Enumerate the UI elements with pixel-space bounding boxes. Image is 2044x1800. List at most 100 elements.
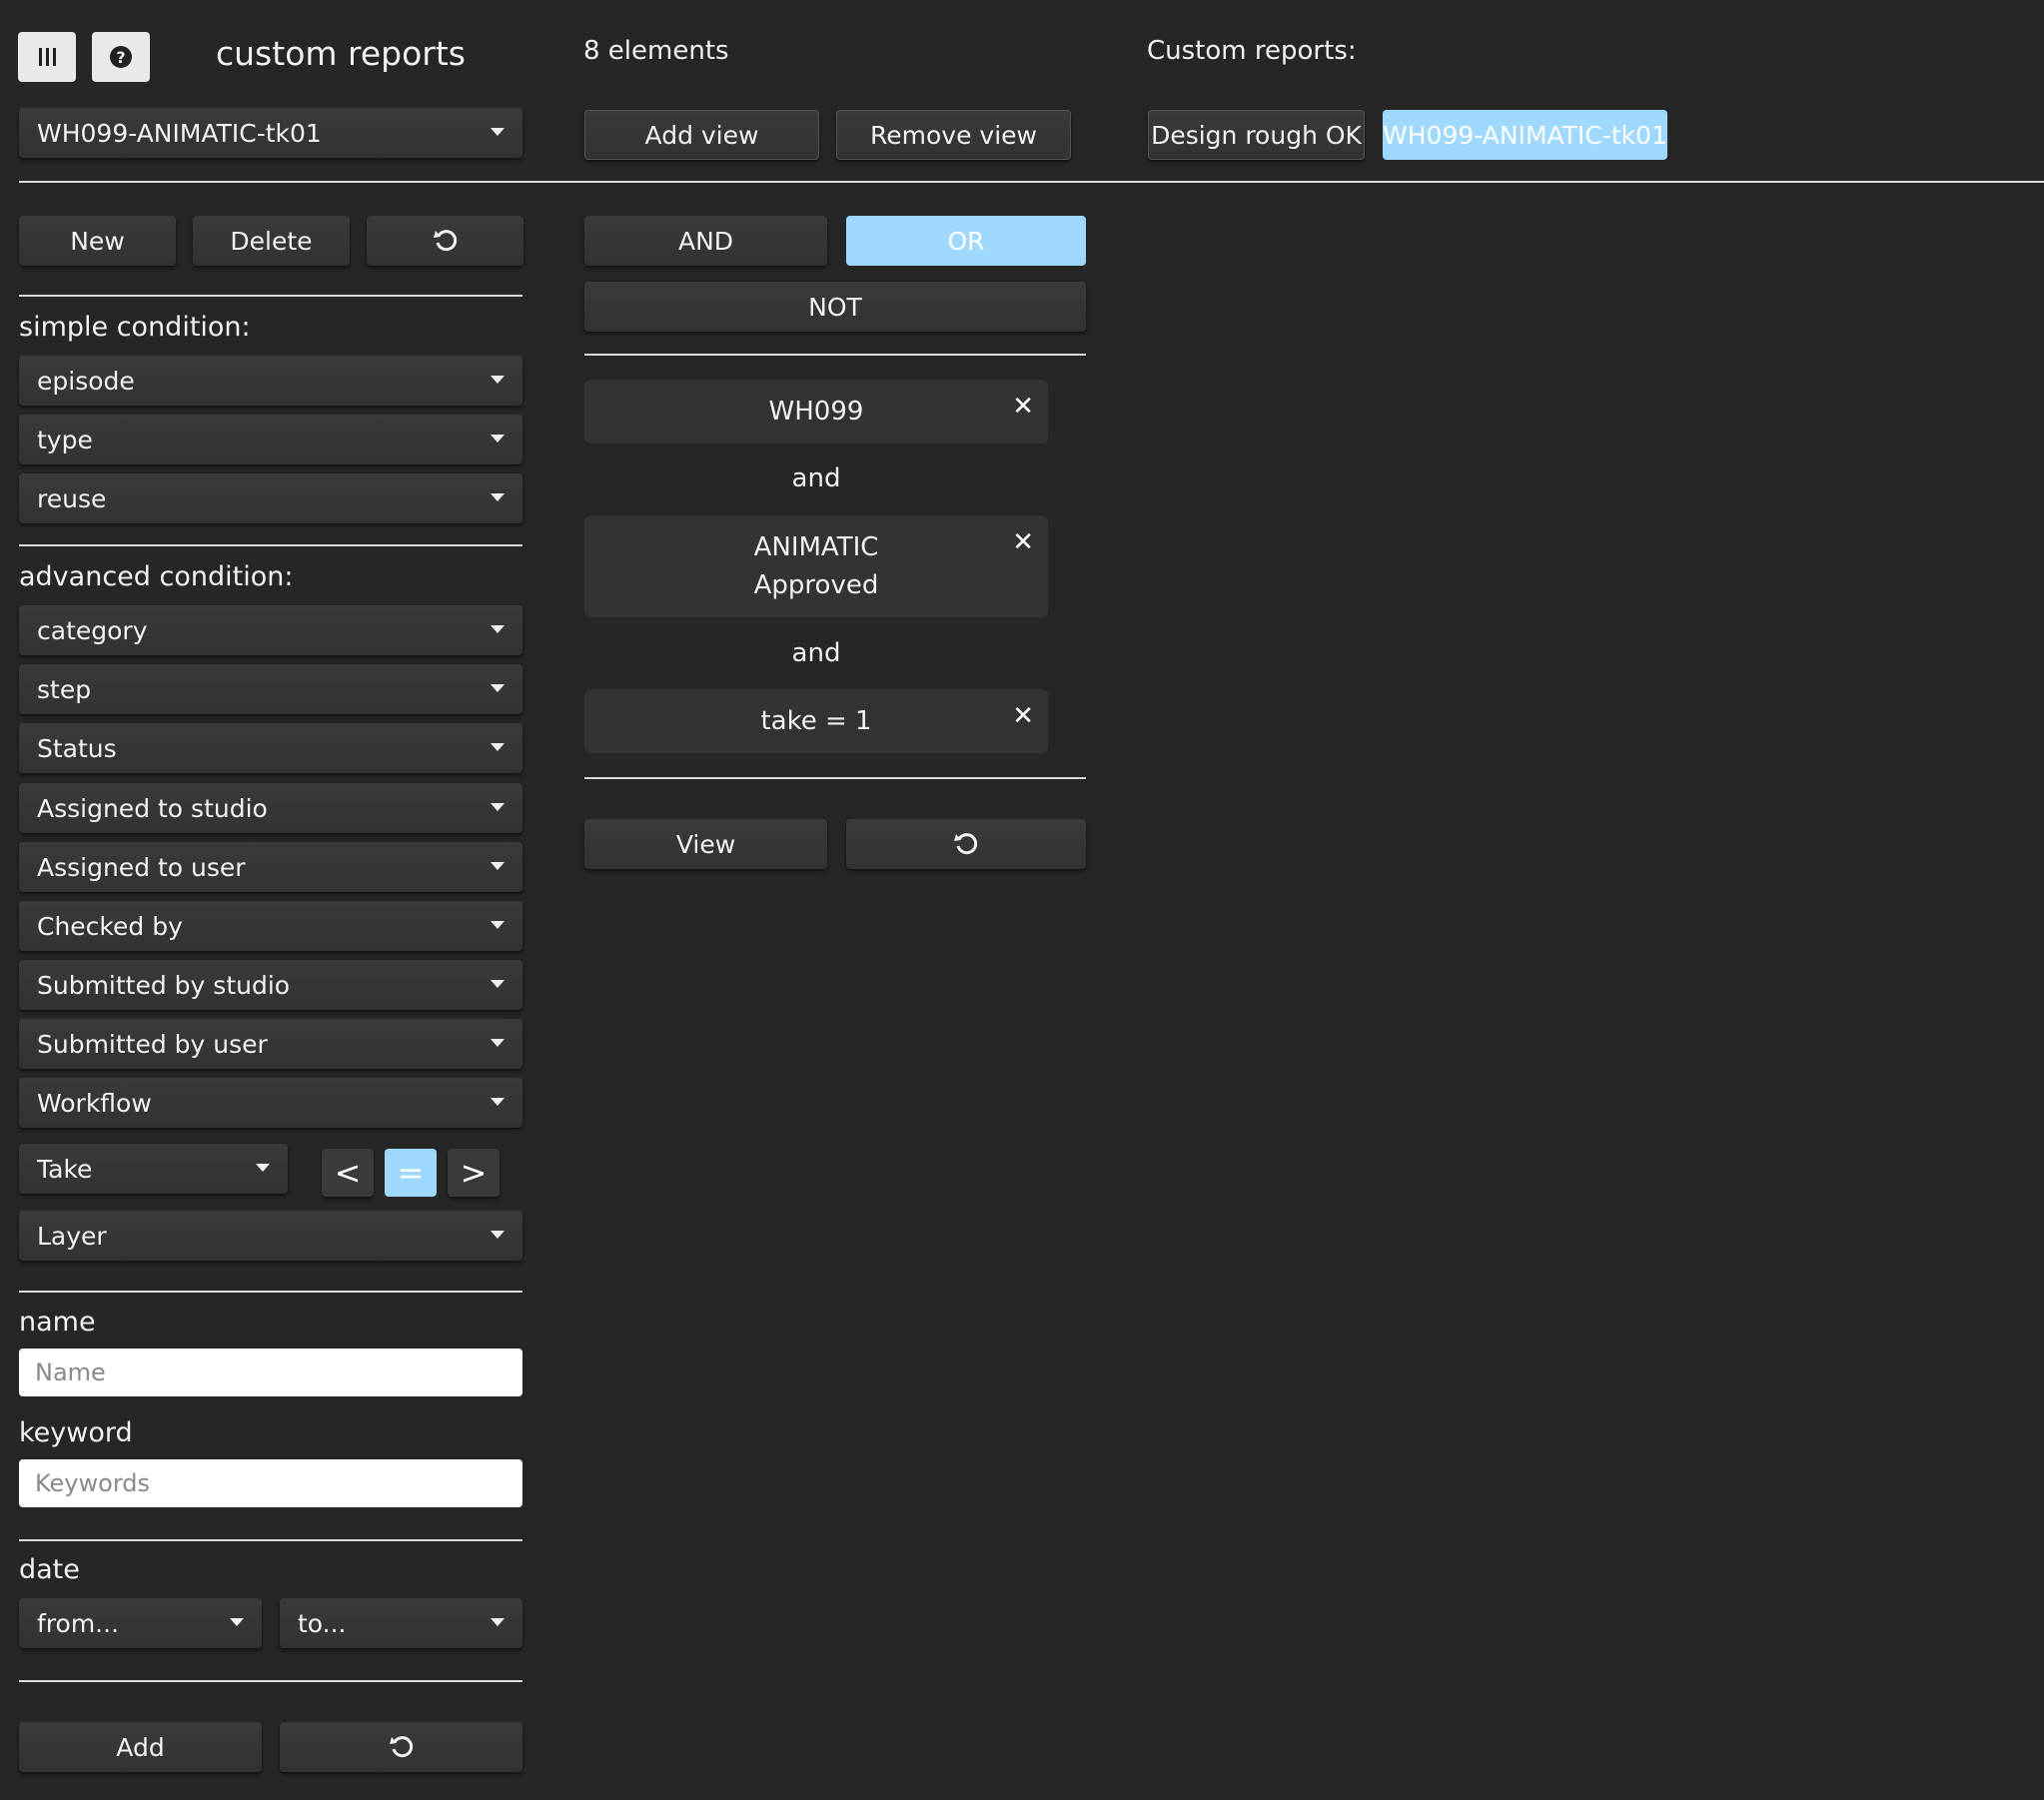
and-button[interactable]: AND [584,216,827,266]
custom-reports-label: Custom reports: [1147,36,1357,66]
chevron-down-icon [491,493,505,501]
chevron-down-icon [491,684,505,692]
divider [19,295,522,297]
chevron-down-icon [491,435,505,443]
equals-button[interactable]: = [385,1149,437,1197]
chevron-down-icon [491,980,505,988]
help-button[interactable]: ? [92,32,150,82]
undo-icon [954,833,978,855]
chevron-down-icon [491,625,505,633]
less-than-button[interactable]: < [322,1149,374,1197]
chevron-down-icon [230,1618,244,1626]
chevron-down-icon [491,1098,505,1106]
divider [584,354,1086,356]
date-to-dropdown[interactable]: to... [280,1598,522,1648]
divider [584,777,1086,779]
dropdown-label: category [37,615,148,645]
chevron-down-icon [491,921,505,929]
or-button[interactable]: OR [846,216,1086,266]
chevron-down-icon [491,862,505,870]
condition-chip-wh099: WH099 ✕ [584,380,1048,444]
dropdown-label: Submitted by user [37,1029,268,1059]
not-button[interactable]: NOT [584,282,1086,332]
workflow-dropdown[interactable]: Workflow [19,1078,522,1128]
remove-view-button[interactable]: Remove view [836,110,1071,160]
undo-icon [389,1736,413,1758]
close-icon[interactable]: ✕ [1012,523,1034,561]
dropdown-label: Assigned to studio [37,793,268,823]
conditions-reset-button[interactable] [846,819,1086,869]
close-icon[interactable]: ✕ [1012,388,1034,426]
custom-report-design-rough-ok[interactable]: Design rough OK [1148,110,1365,160]
condition-text: take = 1 [760,706,872,736]
advanced-condition-heading: advanced condition: [19,561,294,592]
dropdown-label: Workflow [37,1088,152,1118]
reset-button[interactable] [367,216,523,266]
status-dropdown[interactable]: Status [19,723,522,773]
type-dropdown[interactable]: type [19,415,522,464]
submitted-by-user-dropdown[interactable]: Submitted by user [19,1019,522,1069]
add-view-button[interactable]: Add view [584,110,819,160]
dropdown-label: Layer [37,1221,107,1251]
reuse-dropdown[interactable]: reuse [19,473,522,523]
chevron-down-icon [491,128,505,136]
episode-dropdown[interactable]: episode [19,356,522,406]
keyword-input[interactable] [19,1459,522,1507]
divider [19,544,522,546]
element-count: 8 elements [583,36,729,66]
date-from-dropdown[interactable]: from... [19,1598,262,1648]
assigned-to-user-dropdown[interactable]: Assigned to user [19,842,522,892]
new-button[interactable]: New [19,216,176,266]
menu-button[interactable] [18,32,76,82]
category-dropdown[interactable]: category [19,605,522,655]
page-title: custom reports [216,34,466,73]
delete-button[interactable]: Delete [193,216,350,266]
connector-and: and [791,638,841,668]
condition-text: Approved [753,570,879,600]
take-dropdown[interactable]: Take [19,1144,288,1194]
condition-text: WH099 [768,397,864,427]
date-heading: date [19,1554,80,1585]
dropdown-label: Checked by [37,911,183,941]
chevron-down-icon [491,376,505,384]
report-select-value: WH099-ANIMATIC-tk01 [37,118,322,148]
custom-report-wh099-animatic[interactable]: WH099-ANIMATIC-tk01 [1383,110,1667,160]
connector-and: and [791,463,841,493]
greater-than-button[interactable]: > [448,1149,500,1197]
undo-icon [433,230,457,252]
chevron-down-icon [491,1618,505,1626]
condition-text: ANIMATIC [753,532,879,562]
dropdown-label: Assigned to user [37,852,246,882]
step-dropdown[interactable]: step [19,664,522,714]
dropdown-label: to... [298,1608,347,1638]
condition-chip-take: take = 1 ✕ [584,689,1048,753]
layer-dropdown[interactable]: Layer [19,1211,522,1261]
divider [19,1680,522,1682]
submitted-by-studio-dropdown[interactable]: Submitted by studio [19,960,522,1010]
chevron-down-icon [491,1039,505,1047]
dropdown-label: reuse [37,483,107,513]
dropdown-label: type [37,425,93,454]
add-button[interactable]: Add [19,1722,262,1772]
checked-by-dropdown[interactable]: Checked by [19,901,522,951]
divider [19,1291,522,1293]
close-icon[interactable]: ✕ [1012,697,1034,735]
menu-icon [39,48,56,66]
dropdown-label: from... [37,1608,120,1638]
assigned-to-studio-dropdown[interactable]: Assigned to studio [19,783,522,833]
chevron-down-icon [491,1231,505,1239]
keyword-heading: keyword [19,1417,133,1448]
dropdown-label: episode [37,366,135,396]
dropdown-label: Status [37,733,117,763]
chevron-down-icon [256,1164,270,1172]
report-select[interactable]: WH099-ANIMATIC-tk01 [19,108,522,158]
help-icon: ? [110,46,132,68]
add-reset-button[interactable] [280,1722,522,1772]
chevron-down-icon [491,743,505,751]
header-divider [19,181,2044,183]
simple-condition-heading: simple condition: [19,312,251,343]
dropdown-label: Take [37,1154,93,1184]
chevron-down-icon [491,803,505,811]
name-input[interactable] [19,1349,522,1396]
view-button[interactable]: View [584,819,827,869]
